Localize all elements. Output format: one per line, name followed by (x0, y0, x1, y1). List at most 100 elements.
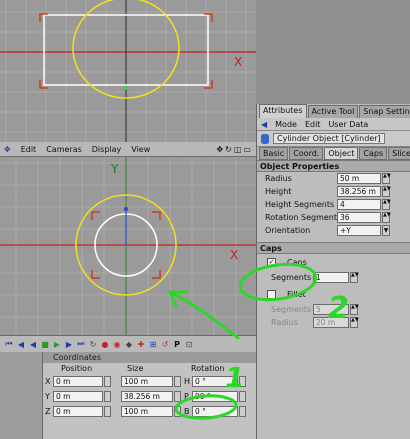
height-segments-stepper[interactable]: ▲▼ (382, 199, 391, 210)
menu-edit[interactable]: Edit (305, 120, 321, 129)
menu-user-data[interactable]: User Data (328, 120, 368, 129)
animation-toolbar: ⏮ ◀ ◀ ■ ▶ ▶ ⏭ ↻ ● ◉ ◆ ✚ ⊞ ↺ P ⊡ (0, 335, 256, 352)
axis-y-label: Y (45, 392, 50, 401)
main-viewport[interactable]: Y X (0, 157, 256, 335)
go-to-end-icon[interactable]: ⏭ (76, 339, 86, 349)
menu-mode[interactable]: Mode (275, 120, 297, 129)
rotation-b-stepper[interactable] (239, 406, 246, 417)
object-header: Cylinder Object [Cylinder] (257, 131, 410, 147)
material-manager-area (0, 352, 42, 439)
size-x-field[interactable]: 100 m (121, 376, 173, 387)
position-z-field[interactable]: 0 m (53, 406, 103, 417)
axis-handle[interactable] (124, 86, 128, 90)
play-backward-icon[interactable]: ◀ (28, 339, 38, 349)
position-x-field[interactable]: 0 m (53, 376, 103, 387)
back-arrow-icon[interactable]: ◀ (261, 120, 267, 129)
caps-checkbox[interactable]: ✓ (267, 258, 276, 267)
size-z-field[interactable]: 100 m (121, 406, 173, 417)
subtab-object[interactable]: Object (324, 147, 359, 160)
rotation-segments-stepper[interactable]: ▲▼ (382, 212, 391, 223)
tab-active-tool[interactable]: Active Tool (307, 105, 359, 118)
viewport-menu-view[interactable]: View (131, 145, 150, 154)
position-z-stepper[interactable] (104, 406, 111, 417)
size-y-field[interactable]: 38.256 m (121, 391, 173, 402)
height-segments-field[interactable]: 4 (337, 199, 381, 210)
move-key-icon[interactable]: ✚ (136, 339, 146, 349)
viewport-menu-cameras[interactable]: Cameras (46, 145, 82, 154)
rotation-b-field[interactable]: 0 ° (192, 406, 238, 417)
position-y-field[interactable]: 0 m (53, 391, 103, 402)
fillet-radius-stepper[interactable]: ▲▼ (350, 317, 359, 328)
viewport-menu-edit[interactable]: Edit (21, 145, 37, 154)
size-y-stepper[interactable] (174, 391, 181, 402)
step-back-icon[interactable]: ◀ (16, 339, 26, 349)
axis-x-label: X (45, 377, 51, 386)
height-stepper[interactable]: ▲▼ (382, 186, 391, 197)
size-x-stepper[interactable] (174, 376, 181, 387)
step-forward-icon[interactable]: ▶ (64, 339, 74, 349)
cap-segments-label: Segments (271, 273, 312, 282)
radius-stepper[interactable]: ▲▼ (382, 173, 391, 184)
viewport-menu-bar: ✥ Edit Cameras Display View ✥↻◫▭ (0, 142, 256, 157)
top-viewport-canvas[interactable]: X (0, 0, 256, 142)
rotation-p-stepper[interactable] (239, 391, 246, 402)
fillet-segments-stepper[interactable]: ▲▼ (350, 304, 359, 315)
cap-segments-field[interactable]: 1 (313, 272, 349, 283)
height-field[interactable]: 38.256 m (337, 186, 381, 197)
subtab-coord[interactable]: Coord. (289, 147, 324, 160)
rotation-p-label: P (184, 392, 189, 401)
rotate-key-icon[interactable]: ↺ (160, 339, 170, 349)
radius-field[interactable]: 50 m (337, 173, 381, 184)
rotation-p-field[interactable]: 90 ° (192, 391, 238, 402)
main-viewport-canvas[interactable]: Y X (0, 157, 256, 335)
main-y-axis-label: Y (110, 162, 119, 176)
position-y-stepper[interactable] (104, 391, 111, 402)
rotation-h-stepper[interactable] (239, 376, 246, 387)
rotation-segments-field[interactable]: 36 (337, 212, 381, 223)
top-x-axis-label: X (234, 55, 242, 69)
cap-segments-stepper[interactable]: ▲▼ (350, 272, 359, 283)
orientation-label: Orientation (265, 226, 311, 235)
parameter-key-icon[interactable]: P (172, 339, 182, 349)
play-icon[interactable]: ▶ (52, 339, 62, 349)
caps-label: Caps (287, 258, 307, 267)
point-level-icon[interactable]: ⊡ (184, 339, 194, 349)
fillet-segments-label: Segments (271, 305, 312, 314)
coordinates-title: Coordinates (43, 352, 256, 363)
grid (0, 157, 256, 335)
fillet-radius-field[interactable]: 20 m (313, 317, 349, 328)
rotation-header: Rotation (191, 364, 225, 373)
coordinates-headers: Position Size Rotation (43, 363, 256, 375)
stop-icon[interactable]: ■ (40, 339, 50, 349)
axis-z-label: Z (45, 407, 51, 416)
viewport-menu-display[interactable]: Display (92, 145, 122, 154)
go-to-start-icon[interactable]: ⏮ (4, 339, 14, 349)
subtab-caps[interactable]: Caps (359, 147, 388, 160)
subtab-basic[interactable]: Basic (259, 147, 289, 160)
fillet-segments-field[interactable]: 5 (313, 304, 349, 315)
subtab-slice[interactable]: Slice (388, 147, 410, 160)
top-viewport[interactable]: X (0, 0, 256, 142)
viewport-nav-icons[interactable]: ✥↻◫▭ (216, 145, 253, 154)
z-axis-handle-tip[interactable] (124, 207, 128, 211)
scale-key-icon[interactable]: ⊞ (148, 339, 158, 349)
rotation-h-field[interactable]: 0 ° (192, 376, 238, 387)
fillet-checkbox[interactable] (267, 290, 276, 299)
size-header: Size (127, 364, 144, 373)
size-z-stepper[interactable] (174, 406, 181, 417)
orientation-row: Orientation +Y ▼ (257, 225, 410, 237)
fillet-segments-row: Segments 5 ▲▼ (257, 304, 410, 316)
coord-row-z: Z 0 m 100 m B 0 ° (43, 405, 256, 420)
tab-attributes[interactable]: Attributes (259, 104, 307, 118)
rotation-segments-label: Rotation Segments (265, 213, 342, 222)
chevron-down-icon[interactable]: ▼ (382, 225, 390, 236)
position-x-stepper[interactable] (104, 376, 111, 387)
object-name: Cylinder Object [Cylinder] (273, 133, 385, 144)
keyframe-icon[interactable]: ◆ (124, 339, 134, 349)
tab-snap-settings[interactable]: Snap Settings (359, 105, 410, 118)
orientation-select[interactable]: +Y (337, 225, 381, 236)
viewport-menu-icon[interactable]: ✥ (4, 145, 11, 154)
autokey-icon[interactable]: ◉ (112, 339, 122, 349)
record-icon[interactable]: ● (100, 339, 110, 349)
loop-icon[interactable]: ↻ (88, 339, 98, 349)
